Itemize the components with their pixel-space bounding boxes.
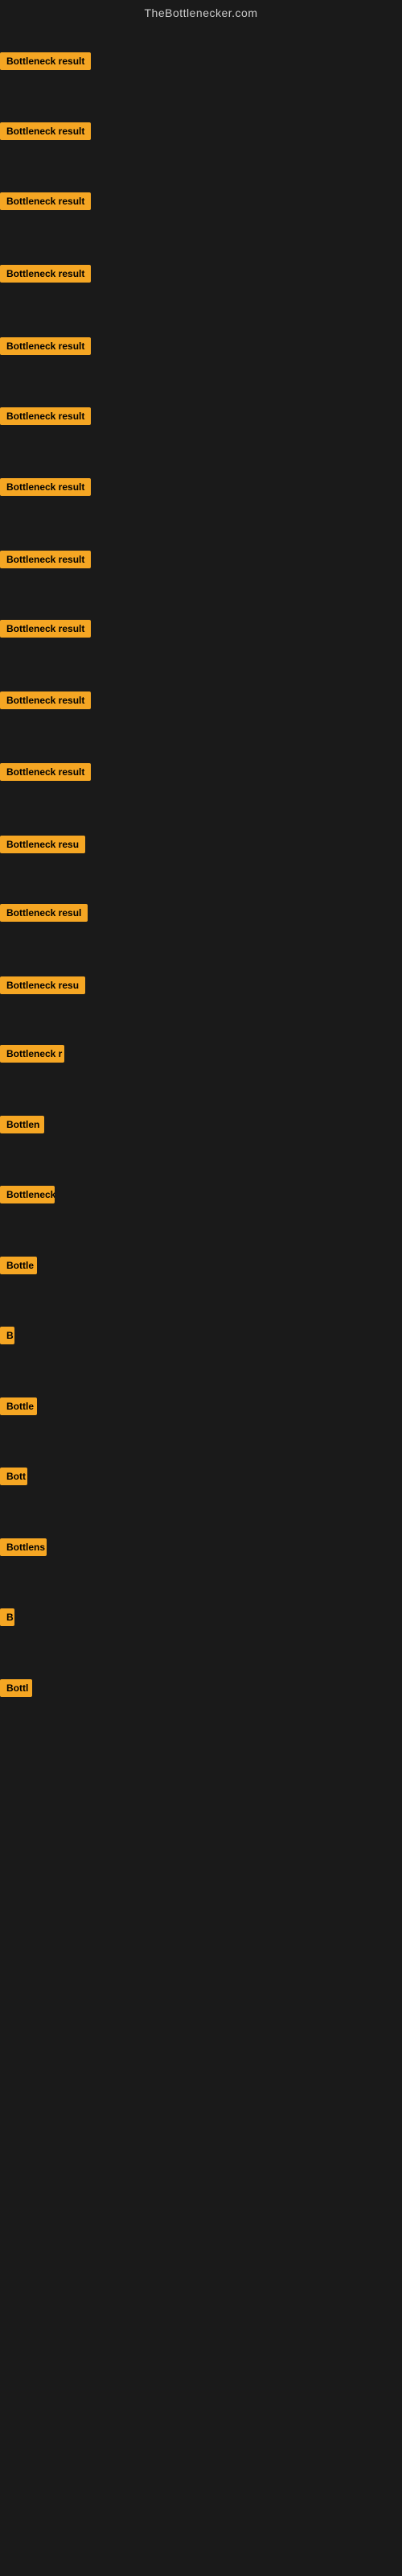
bottleneck-badge: Bottleneck result [0,52,91,70]
bottleneck-badge: Bottleneck result [0,337,91,355]
bottleneck-result-item[interactable]: Bottlen [0,1116,44,1137]
bottleneck-result-item[interactable]: Bottleneck result [0,192,91,214]
bottleneck-result-item[interactable]: Bottleneck resu [0,836,85,857]
bottleneck-result-item[interactable]: Bottleneck result [0,691,91,713]
bottleneck-badge: Bottlen [0,1116,44,1133]
bottleneck-badge: Bottleneck resu [0,836,85,853]
bottleneck-result-item[interactable]: Bottlens [0,1538,47,1560]
bottleneck-badge: Bottleneck result [0,763,91,781]
bottleneck-result-item[interactable]: Bottleneck r [0,1045,64,1067]
bottleneck-badge: Bottlens [0,1538,47,1556]
bottleneck-result-item[interactable]: Bottle [0,1397,37,1419]
bottleneck-badge: Bottleneck result [0,620,91,638]
bottleneck-result-item[interactable]: Bottleneck result [0,122,91,144]
site-title: TheBottlenecker.com [0,0,402,23]
bottleneck-badge: Bottleneck result [0,122,91,140]
bottleneck-result-item[interactable]: Bottleneck [0,1186,55,1208]
bottleneck-badge: Bottle [0,1257,37,1274]
bottleneck-badge: Bottleneck result [0,478,91,496]
bottleneck-badge: Bottleneck result [0,265,91,283]
bottleneck-result-item[interactable]: Bottleneck resu [0,976,85,998]
bottleneck-badge: Bottleneck result [0,691,91,709]
bottleneck-badge: Bottleneck resu [0,976,85,994]
bottleneck-badge: Bottleneck [0,1186,55,1203]
bottleneck-badge: Bott [0,1468,27,1485]
bottleneck-result-item[interactable]: B [0,1327,14,1348]
bottleneck-badge: Bottleneck result [0,407,91,425]
bottleneck-result-item[interactable]: B [0,1608,14,1630]
bottleneck-result-item[interactable]: Bottl [0,1679,32,1701]
bottleneck-badge: B [0,1327,14,1344]
bottleneck-badge: Bottleneck result [0,551,91,568]
bottleneck-result-item[interactable]: Bottleneck result [0,337,91,359]
bottleneck-badge: Bottl [0,1679,32,1697]
bottleneck-badge: Bottle [0,1397,37,1415]
bottleneck-badge: Bottleneck result [0,192,91,210]
bottleneck-result-item[interactable]: Bottleneck result [0,763,91,785]
bottleneck-result-item[interactable]: Bottleneck result [0,620,91,642]
bottleneck-result-item[interactable]: Bottleneck resul [0,904,88,926]
bottleneck-badge: Bottleneck resul [0,904,88,922]
bottleneck-badge: Bottleneck r [0,1045,64,1063]
bottleneck-result-item[interactable]: Bottle [0,1257,37,1278]
bottleneck-result-item[interactable]: Bottleneck result [0,478,91,500]
bottleneck-result-item[interactable]: Bottleneck result [0,52,91,74]
bottleneck-result-item[interactable]: Bottleneck result [0,551,91,572]
bottleneck-result-item[interactable]: Bott [0,1468,27,1489]
bottleneck-result-item[interactable]: Bottleneck result [0,407,91,429]
bottleneck-result-item[interactable]: Bottleneck result [0,265,91,287]
bottleneck-badge: B [0,1608,14,1626]
